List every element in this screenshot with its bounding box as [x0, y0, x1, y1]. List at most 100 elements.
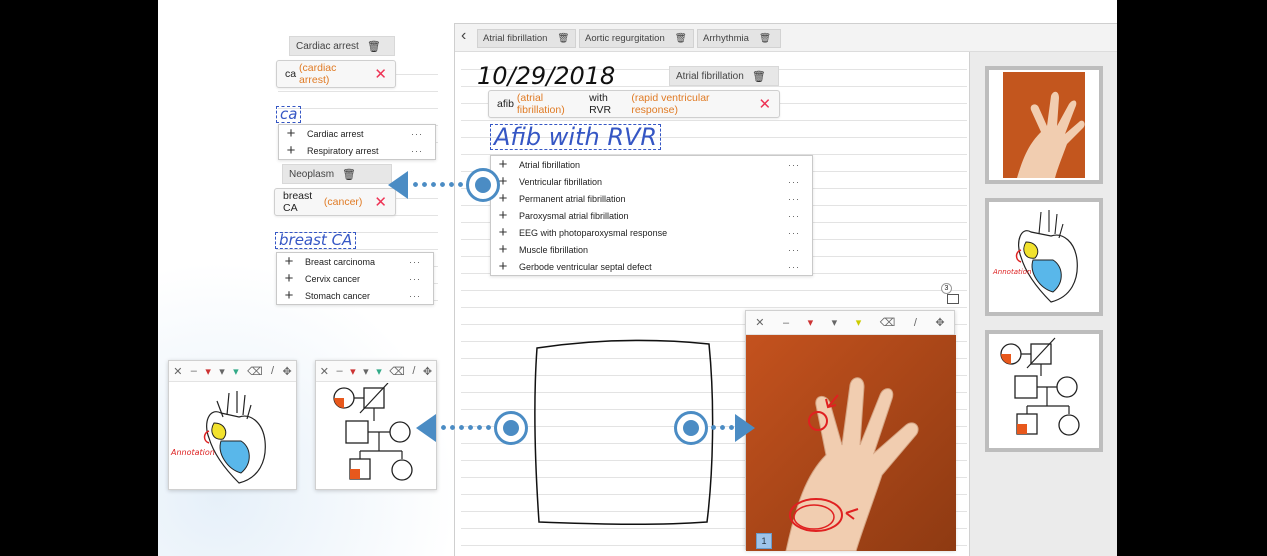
- add-icon[interactable]: +: [279, 126, 303, 141]
- add-icon[interactable]: +: [277, 254, 301, 269]
- suggestion-item[interactable]: + Paroxysmal atrial fibrillation ···: [491, 207, 812, 224]
- add-icon[interactable]: +: [491, 259, 515, 274]
- handwritten-date: 10/29/2018: [477, 62, 616, 90]
- close-icon[interactable]: ✕: [746, 95, 771, 113]
- more-icon[interactable]: ···: [411, 129, 435, 139]
- thumbnail-heart-sketch[interactable]: Annotation: [985, 198, 1103, 316]
- suggestion-item[interactable]: + Muscle fibrillation ···: [491, 241, 812, 258]
- ink-stroke-breast: breast CA: [275, 232, 357, 249]
- minimize-icon[interactable]: –: [191, 365, 197, 377]
- heart-sketch-popup: ✕ – ▾ ▾ ▾ ⌫ / ✥ Annotation: [168, 360, 297, 490]
- suggestion-item[interactable]: + Cervix cancer ···: [277, 270, 433, 287]
- annotation-number-badge[interactable]: 1: [756, 533, 772, 549]
- suggestion-item[interactable]: + Ventricular fibrillation ···: [491, 173, 812, 190]
- suggestion-item[interactable]: + Breast carcinoma ···: [277, 253, 433, 270]
- ruler-icon[interactable]: /: [914, 317, 917, 329]
- more-icon[interactable]: ···: [411, 146, 435, 156]
- trash-icon[interactable]: 🗑: [675, 33, 687, 44]
- suggestion-label: Cervix cancer: [305, 273, 361, 284]
- expansion-card-cardiac: ca (cardiac arrest) ✕: [276, 60, 396, 88]
- more-icon[interactable]: ···: [409, 291, 433, 301]
- more-icon[interactable]: ···: [788, 262, 812, 272]
- ruler-icon[interactable]: /: [412, 365, 415, 377]
- move-icon[interactable]: ✥: [935, 316, 944, 329]
- close-icon[interactable]: ✕: [320, 365, 329, 378]
- back-chevron-icon[interactable]: ‹: [461, 27, 466, 45]
- trash-icon[interactable]: 🗑: [759, 33, 771, 44]
- trash-icon[interactable]: 🗑: [557, 33, 569, 44]
- pen-red-icon[interactable]: ▾: [808, 316, 814, 329]
- suggestion-label: EEG with photoparoxysmal response: [519, 227, 668, 238]
- pen-black-icon[interactable]: ▾: [219, 365, 225, 378]
- suggestion-item[interactable]: + EEG with photoparoxysmal response ···: [491, 224, 812, 241]
- move-icon[interactable]: ✥: [282, 365, 291, 378]
- minimize-icon[interactable]: –: [783, 317, 789, 329]
- pen-red-icon[interactable]: ▾: [205, 365, 211, 378]
- tab-atrial-fibrillation[interactable]: Atrial fibrillation 🗑: [477, 29, 576, 48]
- pen-yellow-icon[interactable]: ▾: [856, 316, 862, 329]
- more-icon[interactable]: ···: [788, 194, 812, 204]
- trash-icon[interactable]: 🗑: [752, 70, 766, 83]
- suggestion-list-afib: + Atrial fibrillation ··· + Ventricular fib…: [490, 155, 813, 276]
- suggestion-item[interactable]: + Permanent atrial fibrillation ···: [491, 190, 812, 207]
- dotted-connector: [439, 425, 497, 430]
- tag-chip-cardiac[interactable]: Cardiac arrest 🗑: [289, 36, 395, 56]
- close-icon[interactable]: ✕: [173, 365, 182, 378]
- pen-blue-icon[interactable]: ▾: [233, 365, 239, 378]
- attachments-toggle-icon[interactable]: [947, 294, 959, 304]
- close-icon[interactable]: ✕: [755, 316, 764, 329]
- expansion-text: (atrial fibrillation): [516, 92, 565, 116]
- arrow-right-icon: [735, 414, 755, 442]
- abbr-text: breast CA: [283, 190, 313, 214]
- minimize-icon[interactable]: –: [336, 365, 342, 377]
- eraser-icon[interactable]: ⌫: [247, 365, 263, 378]
- abbr-text: ca: [285, 68, 297, 80]
- tag-chip-afib[interactable]: Atrial fibrillation 🗑: [669, 66, 779, 86]
- pen-black-icon[interactable]: ▾: [832, 316, 838, 329]
- tag-chip-neoplasm[interactable]: Neoplasm 🗑: [282, 164, 392, 184]
- more-icon[interactable]: ···: [788, 211, 812, 221]
- add-icon[interactable]: +: [491, 208, 515, 223]
- more-icon[interactable]: ···: [788, 177, 812, 187]
- more-icon[interactable]: ···: [788, 228, 812, 238]
- attachments-panel: Annotation: [969, 52, 1117, 556]
- hand-photo-thumb-icon: [1003, 72, 1085, 178]
- suggestion-label: Breast carcinoma: [305, 256, 376, 267]
- annotation-label: Annotation: [170, 448, 215, 457]
- thumbnail-pedigree-sketch[interactable]: [985, 330, 1103, 452]
- more-icon[interactable]: ···: [409, 257, 433, 267]
- pen-red-icon[interactable]: ▾: [350, 365, 356, 378]
- ruler-icon[interactable]: /: [271, 365, 274, 377]
- pen-blue-icon[interactable]: ▾: [376, 365, 382, 378]
- pen-black-icon[interactable]: ▾: [363, 365, 369, 378]
- add-icon[interactable]: +: [277, 288, 301, 303]
- suggestion-item[interactable]: + Respiratory arrest ···: [279, 142, 435, 159]
- arrow-left-icon: [388, 171, 408, 199]
- trash-icon[interactable]: 🗑: [367, 40, 381, 53]
- ink-stroke-afib: Afib with RVR: [490, 124, 662, 150]
- expansion-text: (cancer): [323, 196, 363, 208]
- suggestion-label: Atrial fibrillation: [519, 159, 581, 170]
- more-icon[interactable]: ···: [409, 274, 433, 284]
- more-icon[interactable]: ···: [788, 245, 812, 255]
- tab-arrhythmia[interactable]: Arrhythmia 🗑: [697, 29, 781, 48]
- add-icon[interactable]: +: [279, 143, 303, 158]
- eraser-icon[interactable]: ⌫: [389, 365, 405, 378]
- popup-toolbar: ✕ – ▾ ▾ ▾ ⌫ / ✥: [316, 361, 436, 382]
- add-icon[interactable]: +: [491, 242, 515, 257]
- suggestion-item[interactable]: + Gerbode ventricular septal defect ···: [491, 258, 812, 275]
- add-icon[interactable]: +: [277, 271, 301, 286]
- close-icon[interactable]: ✕: [362, 193, 387, 211]
- eraser-icon[interactable]: ⌫: [880, 316, 896, 329]
- add-icon[interactable]: +: [491, 157, 515, 172]
- trash-icon[interactable]: 🗑: [342, 168, 356, 181]
- thumbnail-hand-photo[interactable]: [985, 66, 1103, 184]
- more-icon[interactable]: ···: [788, 160, 812, 170]
- move-icon[interactable]: ✥: [423, 365, 432, 378]
- tab-aortic-regurgitation[interactable]: Aortic regurgitation 🗑: [579, 29, 694, 48]
- suggestion-item[interactable]: + Atrial fibrillation ···: [491, 156, 812, 173]
- suggestion-item[interactable]: + Cardiac arrest ···: [279, 125, 435, 142]
- add-icon[interactable]: +: [491, 225, 515, 240]
- close-icon[interactable]: ✕: [362, 65, 387, 83]
- suggestion-item[interactable]: + Stomach cancer ···: [277, 287, 433, 304]
